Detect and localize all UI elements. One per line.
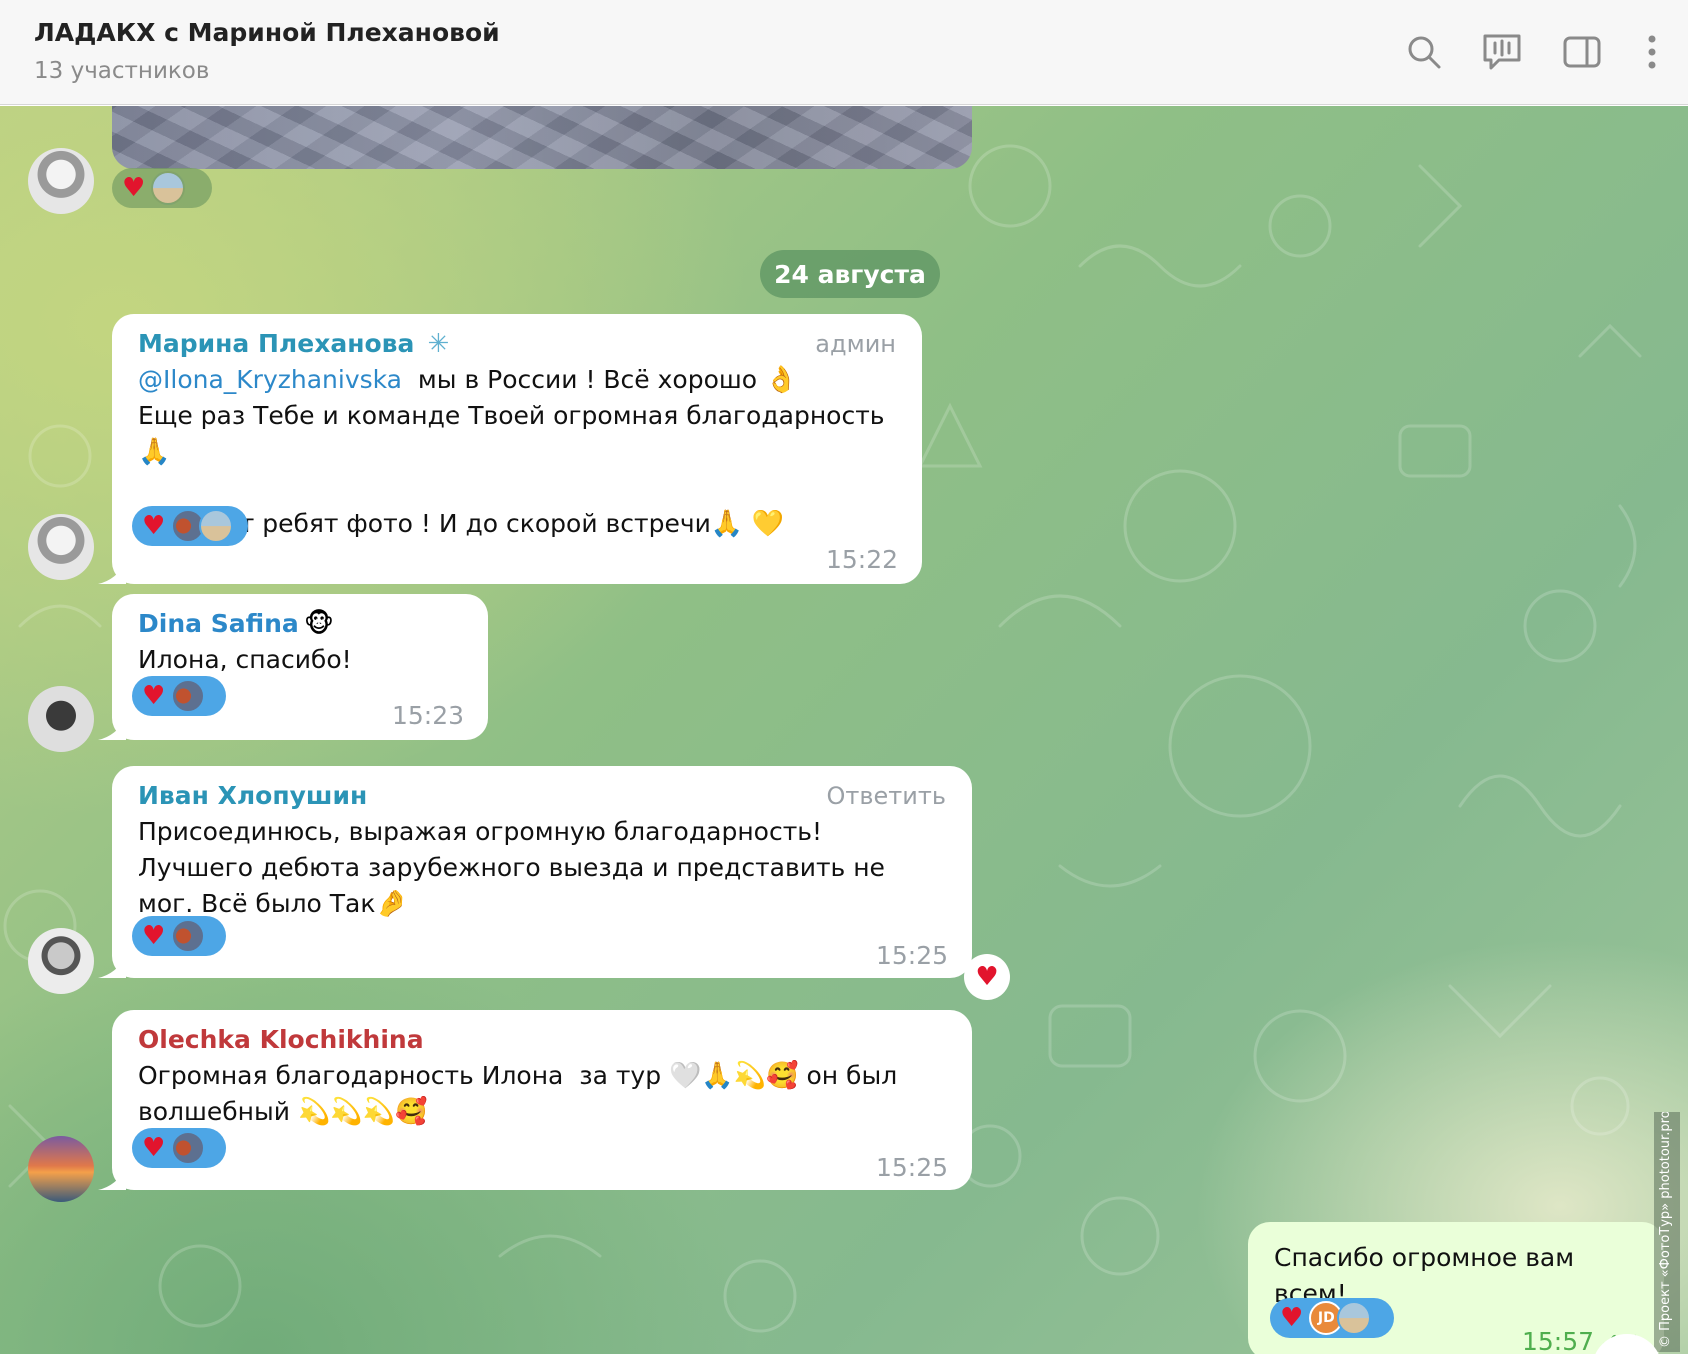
message-text: Огромная благодарность Илона за тур 🤍🙏💫🥰… (138, 1061, 898, 1091)
heart-icon: ♥ (122, 173, 146, 203)
reactor-avatar (1337, 1301, 1372, 1335)
message-time: 15:25 (875, 941, 948, 970)
message-time: 15:23 (391, 701, 464, 730)
reactor-avatar (171, 679, 206, 713)
heart-icon: ♥ (142, 1133, 166, 1163)
sender-name[interactable]: Иван Хлопушин (138, 780, 367, 812)
avatar[interactable] (28, 148, 94, 214)
reaction-pill[interactable]: ♥ (132, 506, 248, 546)
reaction-pill[interactable]: ♥ (132, 676, 226, 716)
message-time: 15:22 (825, 545, 898, 574)
sender-emoji: 🐵 (303, 609, 334, 639)
message-text: @Ilona_Kryzhanivska мы в России ! Всё хо… (138, 365, 798, 395)
reaction-pill[interactable]: ♥ (132, 1128, 226, 1168)
message-bubble[interactable]: Dina Safina 🐵 Илона, спасибо! ♥ 15:23 (98, 594, 488, 740)
reaction-pill[interactable]: ♥ (112, 168, 212, 208)
member-count[interactable]: 13 участников (34, 58, 209, 84)
avatar[interactable] (28, 1136, 94, 1202)
reactor-avatar (171, 1131, 206, 1165)
photo-message-bottom[interactable] (112, 106, 972, 169)
bubble-tail (98, 956, 126, 978)
heart-icon: ♥ (142, 511, 166, 541)
sidebar-toggle-icon[interactable] (1560, 30, 1604, 74)
chat-header: ЛАДАКХ с Мариной Плехановой 13 участнико… (0, 0, 1688, 105)
reactor-avatar (199, 509, 234, 543)
heart-icon: ♥ (142, 681, 166, 711)
video-chat-icon[interactable] (1480, 30, 1524, 74)
bubble-tail (98, 562, 126, 584)
star-icon: ✳ (427, 329, 450, 359)
message-bubble[interactable]: Olechka Klochikhina Огромная благодарнос… (98, 1010, 972, 1190)
more-icon[interactable] (1630, 30, 1674, 74)
bubble-tail (98, 718, 126, 740)
search-icon[interactable] (1402, 30, 1446, 74)
sender-name[interactable]: Dina Safina (138, 608, 299, 640)
mention-link[interactable]: @Ilona_Kryzhanivska (138, 365, 402, 394)
sender-name[interactable]: Olechka Klochikhina (138, 1024, 424, 1056)
watermark: © Проект «ФотоТур» phototour.pro (1654, 1112, 1680, 1352)
reply-button[interactable]: Ответить (827, 780, 946, 812)
date-separator: 24 августа (760, 250, 940, 298)
outgoing-message-bubble[interactable]: Спасибо огромное вам всем! ♥ JD 15:57 ✓✓ (1248, 1222, 1664, 1354)
message-text: Илона, спасибо! (138, 645, 352, 674)
bubble-tail (98, 1168, 126, 1190)
message-text: Ждём от ребят фото ! И до скорой встречи… (138, 509, 784, 539)
admin-badge: админ (815, 330, 896, 358)
sender-name[interactable]: Марина Плеханова (138, 328, 414, 360)
heart-icon: ♥ (1280, 1303, 1304, 1333)
reactor-avatar (171, 919, 206, 953)
heart-icon: ♥ (142, 921, 166, 951)
quick-reaction-button[interactable]: ♥ (964, 954, 1010, 1000)
watermark-text: © Проект «ФотоТур» phototour.pro (1658, 1112, 1673, 1348)
message-text: Присоединюсь, выражая огромную благодарн… (138, 817, 893, 919)
reaction-pill[interactable]: ♥ JD (1270, 1298, 1394, 1338)
chat-area[interactable]: ♥ 24 августа Марина Плеханова ✳ админ @I… (0, 106, 1688, 1354)
avatar[interactable] (28, 928, 94, 994)
message-text: Еще раз Тебе и команде Твоей огромная бл… (138, 401, 893, 467)
reactor-avatar (151, 171, 186, 205)
message-time: 15:57 (1521, 1327, 1594, 1354)
heart-icon: ♥ (975, 962, 999, 992)
chat-title[interactable]: ЛАДАКХ с Мариной Плехановой (34, 18, 500, 47)
reaction-pill[interactable]: ♥ (132, 916, 226, 956)
message-bubble[interactable]: Иван Хлопушин Ответить Присоединюсь, выр… (98, 766, 972, 978)
message-bubble[interactable]: Марина Плеханова ✳ админ @Ilona_Kryzhani… (98, 314, 922, 584)
message-time: 15:25 (875, 1153, 948, 1182)
avatar[interactable] (28, 686, 94, 752)
message-text: волшебный 💫💫💫🥰 (138, 1097, 428, 1127)
avatar[interactable] (28, 514, 94, 580)
